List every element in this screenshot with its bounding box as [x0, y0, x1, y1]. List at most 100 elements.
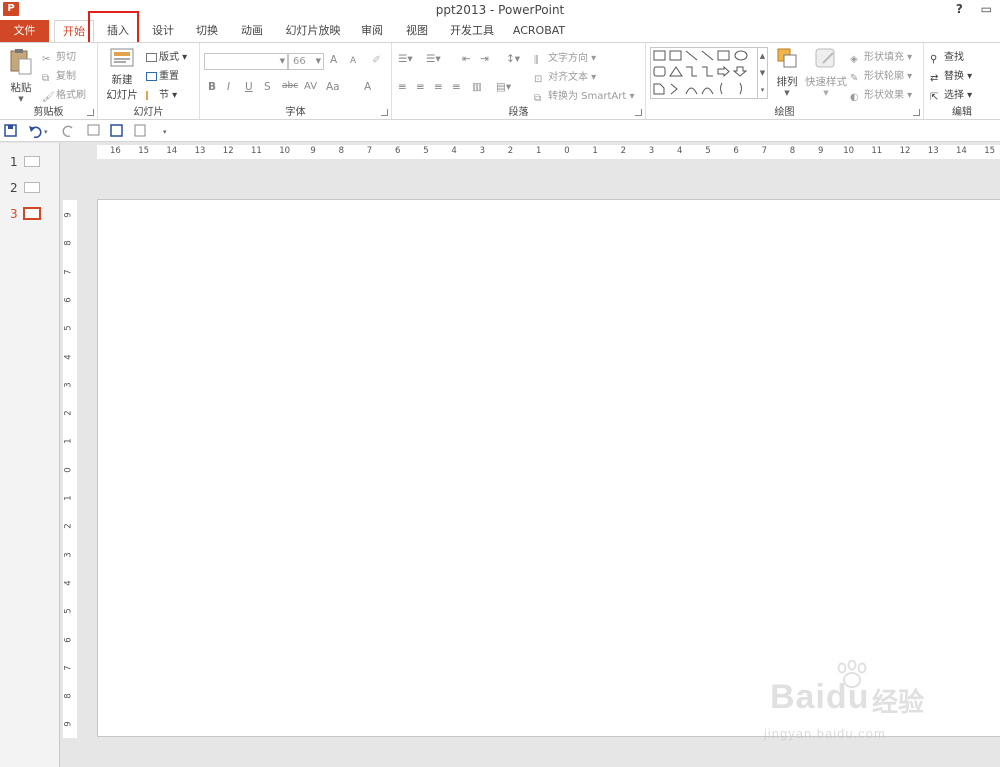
align-center-icon[interactable]: ≡ — [416, 81, 425, 93]
ruler-tick-label: 11 — [871, 146, 883, 156]
binoculars-icon: ⚲ — [930, 54, 938, 65]
slide-thumbnail-1[interactable]: 1 — [0, 153, 60, 171]
shapes-gallery[interactable] — [650, 47, 758, 99]
font-size-dropdown-icon: ▼ — [315, 57, 321, 65]
new-slide-button[interactable]: 新建 幻灯片 — [102, 47, 142, 102]
ruler-tick-label: 13 — [194, 146, 206, 156]
align-left-icon[interactable]: ≡ — [398, 81, 407, 93]
tab-review[interactable]: 审阅 — [352, 20, 392, 42]
slide-canvas[interactable] — [97, 199, 1000, 737]
ruler-tick-label: 5 — [63, 325, 74, 331]
char-spacing-button[interactable]: AV — [304, 81, 317, 92]
strikethrough-button[interactable]: abc — [282, 81, 298, 91]
ruler-tick-label: 3 — [648, 146, 655, 156]
bullets-icon[interactable]: ☰▾ — [398, 53, 413, 65]
font-color-button[interactable]: A — [364, 81, 371, 93]
shape-fill-button[interactable]: ◈ 形状填充 ▾ — [850, 48, 912, 65]
tab-file[interactable]: 文件 — [0, 20, 49, 42]
shrink-font-button[interactable]: A — [350, 56, 356, 66]
restore-ribbon-button[interactable]: ▭ — [981, 2, 992, 16]
justify-icon[interactable]: ≡ — [452, 81, 461, 93]
columns-icon[interactable]: ▤▾ — [496, 81, 511, 93]
quick-styles-dropdown-icon: ▼ — [823, 89, 829, 97]
ruler-tick-label: 8 — [63, 240, 74, 247]
font-launcher-icon[interactable] — [381, 109, 388, 116]
change-case-button[interactable]: Aa — [326, 81, 340, 93]
quick-styles-button[interactable]: 快速样式 ▼ — [804, 47, 848, 97]
increase-indent-icon[interactable]: ⇥ — [480, 53, 489, 65]
tab-design[interactable]: 设计 — [143, 20, 183, 42]
align-text-label: 对齐文本 — [548, 72, 588, 83]
layout-button[interactable]: 版式 ▾ — [146, 48, 187, 63]
slide-thumbnail-preview — [24, 182, 40, 193]
bold-button[interactable]: B — [208, 81, 216, 93]
font-size-combo[interactable]: 66 ▼ — [288, 53, 324, 70]
grow-font-button[interactable]: A — [330, 54, 337, 66]
new-slide-label-2: 幻灯片 — [106, 89, 138, 101]
tab-view[interactable]: 视图 — [397, 20, 437, 42]
cut-button[interactable]: ✂ 剪切 — [42, 48, 76, 65]
align-right-icon[interactable]: ≡ — [434, 81, 443, 93]
shapes-gallery-scroll[interactable]: ▲ ▼ ▾ — [758, 47, 768, 99]
drawing-launcher-icon[interactable] — [913, 109, 920, 116]
tab-slideshow[interactable]: 幻灯片放映 — [281, 20, 345, 42]
clipboard-launcher-icon[interactable] — [87, 109, 94, 116]
smartart-button[interactable]: ⧉ 转换为 SmartArt ▾ — [534, 87, 635, 104]
shape-outline-button[interactable]: ✎ 形状轮廓 ▾ — [850, 67, 912, 84]
ruler-tick-label: 1 — [63, 438, 74, 445]
slide-thumbnail-2[interactable]: 2 — [0, 179, 60, 197]
shadow-button[interactable]: S — [264, 81, 271, 93]
ruler-tick-label: 5 — [705, 146, 711, 156]
underline-button[interactable]: U — [245, 81, 253, 93]
ruler-tick-label: 6 — [395, 146, 401, 156]
ruler-tick-label: 10 — [843, 146, 855, 156]
clear-format-icon[interactable]: ✐ — [372, 54, 381, 66]
slide-number: 1 — [10, 155, 18, 169]
ruler-tick-label: 1 — [536, 146, 542, 156]
arrange-button[interactable]: 排列 ▼ — [772, 47, 802, 97]
section-button[interactable]: 节 ▾ — [146, 86, 177, 101]
copy-button[interactable]: ⧉ 复制 — [42, 67, 76, 84]
ruler-tick-label: 3 — [479, 146, 486, 156]
reset-button[interactable]: 重置 — [146, 67, 179, 82]
svg-text:▾: ▾ — [163, 128, 167, 136]
font-name-combo[interactable]: ▼ — [204, 53, 288, 70]
reset-icon — [146, 72, 157, 81]
paragraph-launcher-icon[interactable] — [635, 109, 642, 116]
italic-button[interactable]: I — [227, 81, 230, 93]
select-button[interactable]: ⇱ 选择 ▾ — [930, 86, 972, 103]
paragraph-group-label: 段落 — [508, 107, 529, 118]
layout-icon — [146, 53, 157, 62]
ruler-tick-label: 16 — [110, 146, 121, 156]
select-label: 选择 — [944, 90, 964, 101]
find-button[interactable]: ⚲ 查找 — [930, 48, 964, 65]
copy-label: 复制 — [56, 71, 76, 82]
line-spacing-icon[interactable]: ↕▾ — [506, 53, 520, 65]
ruler-tick-label: 1 — [63, 495, 74, 501]
slide-thumbnail-3[interactable]: 3 — [0, 205, 60, 223]
paragraph-group: ☰▾ ☰▾ ⇤ ⇥ ↕▾ ≡ ≡ ≡ ≡ ▥ ▤▾ ⫼ 文字方向 ▾ ⊡ 对齐文本 … — [392, 43, 646, 119]
numbering-icon[interactable]: ☰▾ — [426, 53, 441, 65]
tab-transitions[interactable]: 切换 — [187, 20, 227, 42]
decrease-indent-icon[interactable]: ⇤ — [462, 53, 471, 65]
format-painter-button[interactable]: 🖌格式刷 — [42, 86, 86, 103]
align-text-button[interactable]: ⊡ 对齐文本 ▾ — [534, 68, 596, 85]
new-slide-icon — [110, 48, 134, 67]
tab-animations[interactable]: 动画 — [232, 20, 272, 42]
replace-label: 替换 — [944, 71, 964, 82]
text-direction-button[interactable]: ⫼ 文字方向 ▾ — [534, 49, 596, 66]
distribute-icon[interactable]: ▥ — [472, 81, 482, 93]
ruler-tick-label: 12 — [222, 146, 234, 156]
shape-effects-button[interactable]: ◐ 形状效果 ▾ — [850, 86, 912, 103]
arrange-label: 排列 — [776, 76, 798, 88]
help-button[interactable]: ? — [956, 2, 963, 16]
ruler-tick-label: 14 — [956, 146, 967, 156]
paste-button[interactable]: 粘贴 ▼ — [4, 47, 38, 103]
paste-dropdown-icon: ▼ — [18, 95, 24, 103]
layout-label: 版式 — [159, 52, 179, 63]
quick-access-icons: ▾ ▾ — [4, 124, 167, 139]
tab-developer[interactable]: 开发工具 — [444, 20, 500, 42]
replace-button[interactable]: ⇄ 替换 ▾ — [930, 67, 972, 84]
tab-acrobat[interactable]: ACROBAT — [508, 20, 570, 42]
clipboard-group-label: 剪贴板 — [33, 107, 64, 118]
